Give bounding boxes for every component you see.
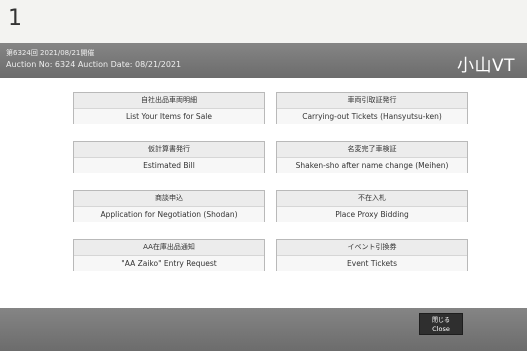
- close-button[interactable]: 閉じる Close: [419, 313, 463, 335]
- close-label-jp: 閉じる: [431, 317, 450, 324]
- menu-panel: 自社出品車両明細 List Your Items for Sale 車両引取証発…: [0, 78, 527, 308]
- estimated-bill-button[interactable]: 仮計算書発行 Estimated Bill: [73, 141, 265, 173]
- button-label-en: List Your Items for Sale: [74, 108, 264, 124]
- button-label-jp: 自社出品車両明細: [74, 93, 264, 108]
- button-label-jp: イベント引換券: [277, 240, 467, 255]
- button-label-en: Application for Negotiation (Shodan): [74, 206, 264, 222]
- button-label-en: "AA Zaiko" Entry Request: [74, 255, 264, 271]
- button-label-jp: 名変完了車検証: [277, 142, 467, 157]
- proxy-bidding-button[interactable]: 不在入札 Place Proxy Bidding: [276, 190, 468, 222]
- close-label-en: Close: [432, 325, 450, 333]
- button-label-jp: 仮計算書発行: [74, 142, 264, 157]
- button-label-jp: 不在入札: [277, 191, 467, 206]
- auction-info-jp: 第6324回 2021/08/21開催: [6, 49, 95, 57]
- aa-zaiko-entry-button[interactable]: AA在庫出品通知 "AA Zaiko" Entry Request: [73, 239, 265, 271]
- negotiation-application-button[interactable]: 商談申込 Application for Negotiation (Shodan…: [73, 190, 265, 222]
- button-label-en: Shaken-sho after name change (Meihen): [277, 157, 467, 173]
- button-label-en: Carrying-out Tickets (Hansyutsu-ken): [277, 108, 467, 124]
- button-label-en: Place Proxy Bidding: [277, 206, 467, 222]
- auction-info-en: Auction No: 6324 Auction Date: 08/21/202…: [6, 60, 182, 69]
- shaken-sho-meihen-button[interactable]: 名変完了車検証 Shaken-sho after name change (Me…: [276, 141, 468, 173]
- button-label-jp: 車両引取証発行: [277, 93, 467, 108]
- button-label-jp: AA在庫出品通知: [74, 240, 264, 255]
- footer-bar: 閉じる Close: [0, 308, 527, 351]
- button-label-jp: 商談申込: [74, 191, 264, 206]
- page-number: 1: [8, 6, 22, 31]
- button-label-en: Estimated Bill: [74, 157, 264, 173]
- venue-name: 小山VT: [456, 56, 515, 76]
- carrying-out-tickets-button[interactable]: 車両引取証発行 Carrying-out Tickets (Hansyutsu-…: [276, 92, 468, 124]
- header-bar: 第6324回 2021/08/21開催 Auction No: 6324 Auc…: [0, 43, 527, 78]
- event-tickets-button[interactable]: イベント引換券 Event Tickets: [276, 239, 468, 271]
- button-label-en: Event Tickets: [277, 255, 467, 271]
- list-items-for-sale-button[interactable]: 自社出品車両明細 List Your Items for Sale: [73, 92, 265, 124]
